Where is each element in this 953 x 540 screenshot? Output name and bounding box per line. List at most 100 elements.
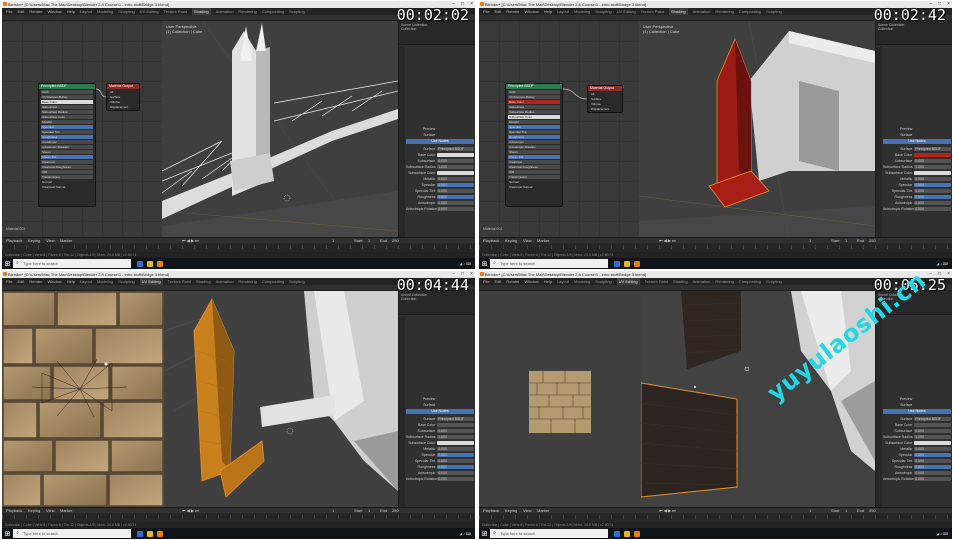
taskbar-search-input[interactable]: Type here to search	[490, 259, 608, 268]
node-row[interactable]: Christensen-Burley	[508, 95, 560, 99]
prop-row[interactable]: Subsurface Radius 1.000	[406, 164, 474, 169]
current-frame[interactable]: 1	[332, 508, 334, 513]
node-row[interactable]: Anisotropic	[508, 140, 560, 144]
3d-viewport[interactable]: User Perspective(1) Collection | Cube	[162, 21, 398, 237]
tab-rendering[interactable]: Rendering	[238, 278, 256, 285]
timeline[interactable]: Playback Keying View Marker ⏮ ◀ ▶ ⏭ 1 St…	[479, 507, 952, 522]
tab-layout[interactable]: Layout	[557, 8, 569, 15]
menu-file[interactable]: File	[483, 278, 489, 285]
prop-row[interactable]: Base Color	[883, 152, 951, 157]
tab-animation[interactable]: Animation	[216, 278, 234, 285]
node-row[interactable]: Base Color	[508, 100, 560, 104]
use-nodes-button[interactable]: Use Nodes	[883, 409, 951, 414]
windows-start-icon[interactable]: ⊞	[2, 528, 13, 539]
tab-uv-editing[interactable]: UV Editing	[140, 8, 159, 15]
tab-sculpting[interactable]: Sculpting	[595, 278, 611, 285]
prop-row[interactable]: Roughness 0.500	[883, 464, 951, 469]
end-frame[interactable]: 250	[392, 238, 399, 243]
shader-node-editor[interactable]: Principled BSDF GGX Christensen-Burley B…	[479, 21, 639, 237]
timeline-playback[interactable]: Playback	[6, 238, 22, 243]
tab-compositing[interactable]: Compositing	[739, 8, 761, 15]
prop-row[interactable]: Subsurface 0.000	[406, 158, 474, 163]
prop-row[interactable]: Anisotropic Rotation 0.000	[883, 206, 951, 211]
blender-taskbar-icon[interactable]	[634, 530, 640, 537]
menu-window[interactable]: Window	[47, 8, 61, 15]
tab-modeling[interactable]: Modeling	[574, 278, 590, 285]
task-view-icon[interactable]	[137, 530, 143, 537]
menu-render[interactable]: Render	[506, 8, 519, 15]
system-tray[interactable]: ◢ ♪ ⌨	[937, 262, 948, 266]
prop-row[interactable]: Specular Tint 0.000	[406, 188, 474, 193]
tab-compositing[interactable]: Compositing	[262, 8, 284, 15]
tab-animation[interactable]: Animation	[693, 8, 711, 15]
tab-layout[interactable]: Layout	[80, 8, 92, 15]
tab-modeling[interactable]: Modeling	[97, 278, 113, 285]
timeline-view[interactable]: View	[523, 508, 532, 513]
prop-row[interactable]: Subsurface Radius 1.000	[883, 164, 951, 169]
prop-row[interactable]: Subsurface Radius 1.000	[406, 434, 474, 439]
menu-edit[interactable]: Edit	[494, 8, 501, 15]
taskbar-search-input[interactable]: Type here to search	[13, 259, 131, 268]
tab-animation[interactable]: Animation	[216, 8, 234, 15]
prop-row[interactable]: Anisotropic 0.000	[406, 200, 474, 205]
node-row[interactable]: Specular	[508, 125, 560, 129]
start-frame[interactable]: 1	[845, 238, 847, 243]
use-nodes-button[interactable]: Use Nodes	[406, 139, 474, 144]
tab-texture-paint[interactable]: Texture Paint	[168, 278, 191, 285]
timeline-keying[interactable]: Keying	[28, 508, 40, 513]
prop-row[interactable]: Surface Principled BSDF	[406, 146, 474, 151]
menu-render[interactable]: Render	[29, 8, 42, 15]
end-frame[interactable]: 250	[869, 238, 876, 243]
tab-layout[interactable]: Layout	[80, 278, 92, 285]
end-frame[interactable]: 250	[392, 508, 399, 513]
node-row[interactable]: All	[590, 92, 620, 96]
timeline-view[interactable]: View	[46, 508, 55, 513]
menu-window[interactable]: Window	[47, 278, 61, 285]
node-row[interactable]: Metallic	[508, 120, 560, 124]
timeline-playback[interactable]: Playback	[6, 508, 22, 513]
playback-controls[interactable]: ⏮ ◀ ▶ ⏭	[659, 508, 676, 513]
close-icon[interactable]: ×	[470, 271, 473, 278]
timeline-view[interactable]: View	[46, 238, 55, 243]
node-row[interactable]: Surface	[590, 97, 620, 101]
playback-controls[interactable]: ⏮ ◀ ▶ ⏭	[182, 508, 199, 513]
tab-modeling[interactable]: Modeling	[97, 8, 113, 15]
menu-file[interactable]: File	[6, 8, 12, 15]
windows-start-icon[interactable]: ⊞	[479, 528, 490, 539]
properties-tabs[interactable]	[399, 47, 405, 237]
current-frame[interactable]: 1	[809, 508, 811, 513]
timeline-playback[interactable]: Playback	[483, 238, 499, 243]
uv-editor[interactable]	[2, 291, 164, 507]
timeline[interactable]: Playback Keying View Marker ⏮ ◀ ▶ ⏭ 1 St…	[2, 507, 475, 522]
prop-row[interactable]: Specular 0.500	[406, 452, 474, 457]
shader-node-editor[interactable]: Principled BSDF GGX Christensen-Burley B…	[2, 21, 162, 237]
task-view-icon[interactable]	[614, 260, 620, 267]
menu-edit[interactable]: Edit	[17, 8, 24, 15]
prop-row[interactable]: Subsurface Color	[883, 440, 951, 445]
outliner-item[interactable]: Collection	[401, 297, 473, 301]
system-tray[interactable]: ◢ ♪ ⌨	[460, 532, 471, 536]
prop-row[interactable]: Anisotropic Rotation 0.000	[406, 206, 474, 211]
node-row[interactable]: Clearcoat	[508, 160, 560, 164]
prop-row[interactable]: Base Color	[406, 422, 474, 427]
node-row[interactable]: Clearcoat	[41, 160, 93, 164]
file-explorer-icon[interactable]	[624, 260, 630, 267]
end-frame[interactable]: 250	[869, 508, 876, 513]
timeline-marker[interactable]: Marker	[537, 508, 549, 513]
node-row[interactable]: GGX	[508, 90, 560, 94]
outliner-item[interactable]: Collection	[401, 27, 473, 31]
tab-shading[interactable]: Shading	[668, 8, 688, 15]
node-row[interactable]: IOR	[508, 170, 560, 174]
properties-tabs[interactable]	[876, 47, 882, 237]
tab-rendering[interactable]: Rendering	[238, 8, 256, 15]
taskbar-search-input[interactable]: Type here to search	[490, 529, 608, 538]
prop-row[interactable]: Base Color	[883, 422, 951, 427]
tab-uv-editing[interactable]: UV Editing	[139, 278, 163, 285]
material-output-node[interactable]: Material Output All Surface Volume Displ…	[587, 85, 623, 113]
node-row[interactable]: Subsurface Color	[508, 115, 560, 119]
tab-texture-paint[interactable]: Texture Paint	[641, 8, 664, 15]
prop-row[interactable]: Anisotropic Rotation 0.000	[883, 476, 951, 481]
prop-row[interactable]: Metallic 0.000	[406, 176, 474, 181]
node-row[interactable]: Volume	[590, 102, 620, 106]
task-view-icon[interactable]	[137, 260, 143, 267]
